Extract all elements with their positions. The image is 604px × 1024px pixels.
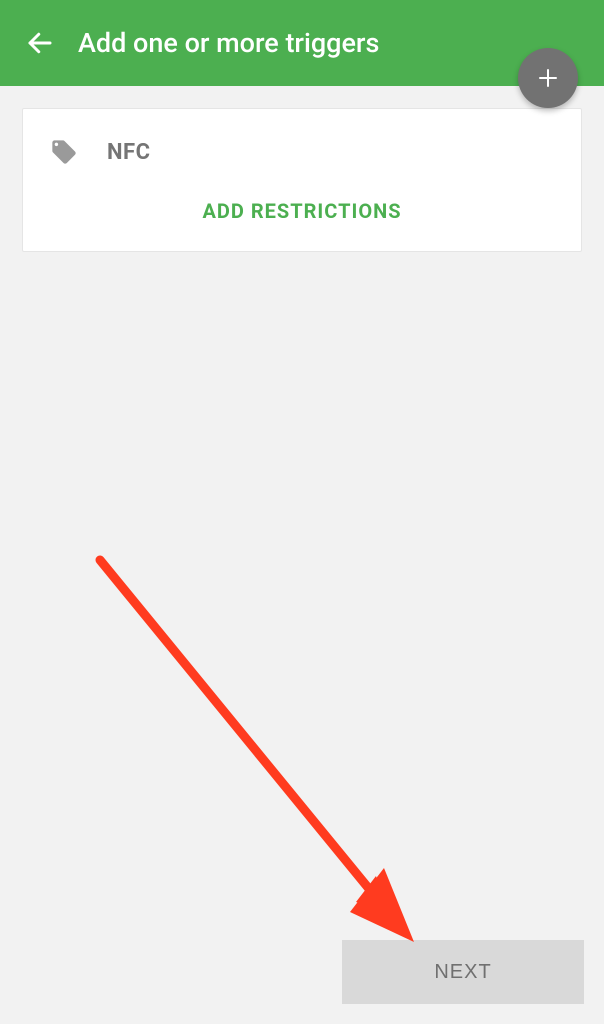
add-trigger-fab[interactable] — [518, 48, 578, 108]
appbar: Add one or more triggers — [0, 0, 604, 86]
arrow-back-icon — [25, 28, 55, 58]
restrictions-row: ADD RESTRICTIONS — [23, 185, 581, 245]
add-restrictions-button[interactable]: ADD RESTRICTIONS — [202, 199, 401, 223]
tag-icon — [49, 137, 79, 167]
page-title: Add one or more triggers — [78, 27, 379, 59]
next-button[interactable]: NEXT — [342, 940, 584, 1004]
trigger-row[interactable]: NFC — [23, 123, 581, 185]
plus-icon — [536, 66, 560, 90]
back-button[interactable] — [20, 23, 60, 63]
next-button-label: NEXT — [434, 961, 491, 984]
trigger-card: NFC ADD RESTRICTIONS — [22, 108, 582, 252]
trigger-label: NFC — [107, 140, 151, 165]
